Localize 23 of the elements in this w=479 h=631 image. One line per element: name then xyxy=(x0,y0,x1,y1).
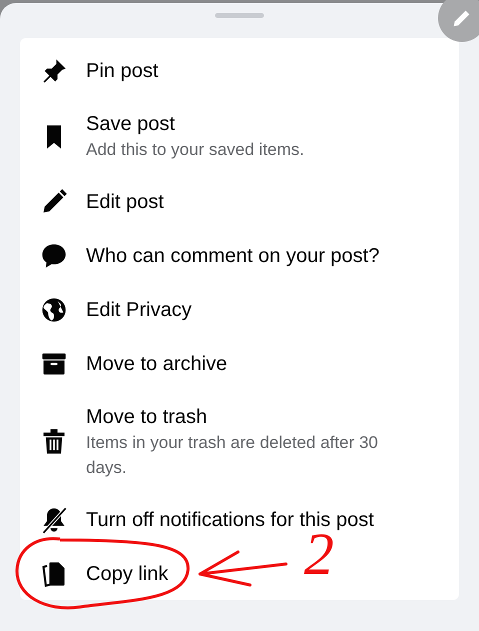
menu-item[interactable]: Edit post xyxy=(20,175,180,229)
menu-item[interactable]: Pin post xyxy=(20,44,174,98)
menu-item-description: Items in your trash are deleted after 30 days. xyxy=(86,432,379,479)
menu-item[interactable]: Edit Privacy xyxy=(20,283,208,337)
menu-item[interactable]: Move to archive xyxy=(20,337,244,391)
globe-icon xyxy=(40,296,68,324)
menu-item-title: Move to trash xyxy=(86,405,208,430)
edit-button[interactable] xyxy=(438,0,479,42)
menu-item-title: Who can comment on your post? xyxy=(86,244,380,269)
menu-item[interactable]: Copy link xyxy=(20,547,184,601)
menu-item-title: Edit post xyxy=(86,190,164,215)
menu-item-description: Add this to your saved items. xyxy=(86,139,306,161)
menu-item-title: Save post xyxy=(86,112,176,137)
menu-item[interactable]: Who can comment on your post? xyxy=(20,229,396,283)
menu-item[interactable]: Move to trash Items in your trash are deleted after 30 days. xyxy=(20,391,452,493)
speech-bubble-icon xyxy=(40,242,68,270)
menu-item-title: Pin post xyxy=(86,59,158,84)
menu-item-title: Copy link xyxy=(86,562,168,587)
menu-item-title: Edit Privacy xyxy=(86,298,192,323)
drag-handle[interactable] xyxy=(215,13,264,18)
menu-item[interactable]: Save post Add this to your saved items. xyxy=(20,98,334,175)
menu-item-title: Move to archive xyxy=(86,352,228,377)
bell-off-icon xyxy=(40,506,68,534)
